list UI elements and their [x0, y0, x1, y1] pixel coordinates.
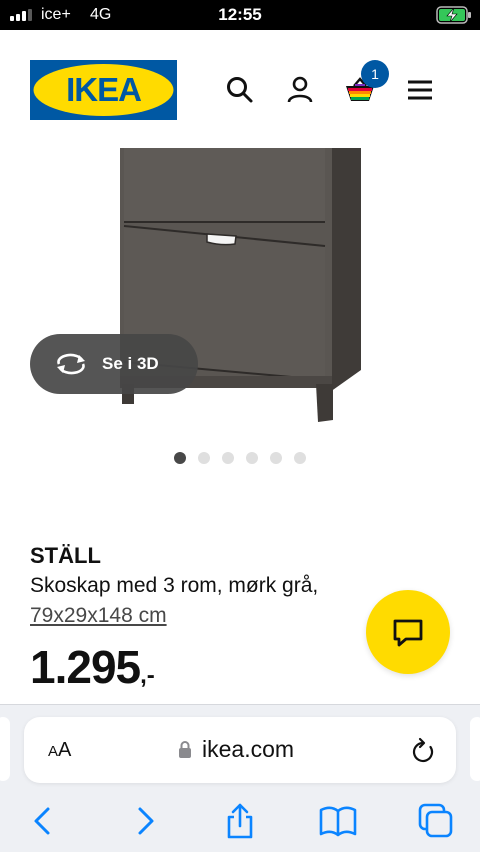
carousel-dot[interactable] [246, 452, 258, 464]
logo-text: IKEA [66, 71, 141, 108]
text-size-button[interactable]: AA [48, 739, 71, 762]
profile-icon[interactable] [284, 74, 316, 106]
back-icon[interactable] [24, 801, 64, 841]
share-icon[interactable] [220, 801, 260, 841]
carousel-dot[interactable] [222, 452, 234, 464]
reload-icon[interactable] [410, 737, 436, 765]
text-size-large-a: A [58, 739, 72, 761]
product-name: STÄLL [30, 543, 101, 568]
carousel-dot[interactable] [270, 452, 282, 464]
price-amount: 1.295 [30, 641, 141, 693]
carousel-indicator [174, 452, 314, 464]
chat-button[interactable] [366, 590, 450, 674]
price-suffix: ,- [140, 662, 155, 689]
view-in-3d-label: Se i 3D [102, 354, 159, 373]
view-in-3d-button[interactable]: Se i 3D [30, 334, 198, 394]
clock: 12:55 [218, 5, 262, 24]
status-bar: ice+ 4G 12:55 [0, 0, 480, 30]
forward-icon[interactable] [124, 801, 164, 841]
battery-charging-icon [436, 6, 471, 24]
chat-bubble-icon [393, 619, 423, 647]
product-price: 1.295,- [30, 640, 155, 700]
next-tab-preview[interactable] [470, 717, 480, 781]
product-description: Skoskap med 3 rom, mørk grå, [30, 574, 319, 597]
hamburger-menu-icon[interactable] [404, 74, 436, 106]
product-size-link[interactable]: 79x29x148 cm [30, 604, 167, 628]
carousel-dot[interactable] [294, 452, 306, 464]
carousel-dot[interactable] [198, 452, 210, 464]
bookmarks-icon[interactable] [318, 801, 358, 841]
shoe-cabinet-image [120, 148, 361, 422]
url-text: ikea.com [202, 736, 295, 762]
site-header: IKEA 1 [0, 30, 480, 148]
carousel-dot[interactable] [174, 452, 186, 464]
product-image[interactable]: Se i 3D [0, 148, 480, 438]
text-size-small-a: A [48, 743, 59, 760]
search-icon[interactable] [224, 74, 256, 106]
browser-toolbar: AA ikea.com [0, 704, 480, 852]
tabs-icon[interactable] [416, 801, 456, 841]
cart-count-badge[interactable]: 1 [361, 60, 389, 88]
ikea-logo[interactable]: IKEA [30, 60, 177, 120]
address-bar[interactable]: AA ikea.com [24, 717, 456, 783]
previous-tab-preview[interactable] [0, 717, 10, 781]
screen: ice+ 4G 12:55 IKEA 1 Se i 3D STÄLL Skosk… [0, 0, 480, 852]
rotate-3d-icon [57, 353, 85, 375]
lock-icon [179, 741, 191, 758]
